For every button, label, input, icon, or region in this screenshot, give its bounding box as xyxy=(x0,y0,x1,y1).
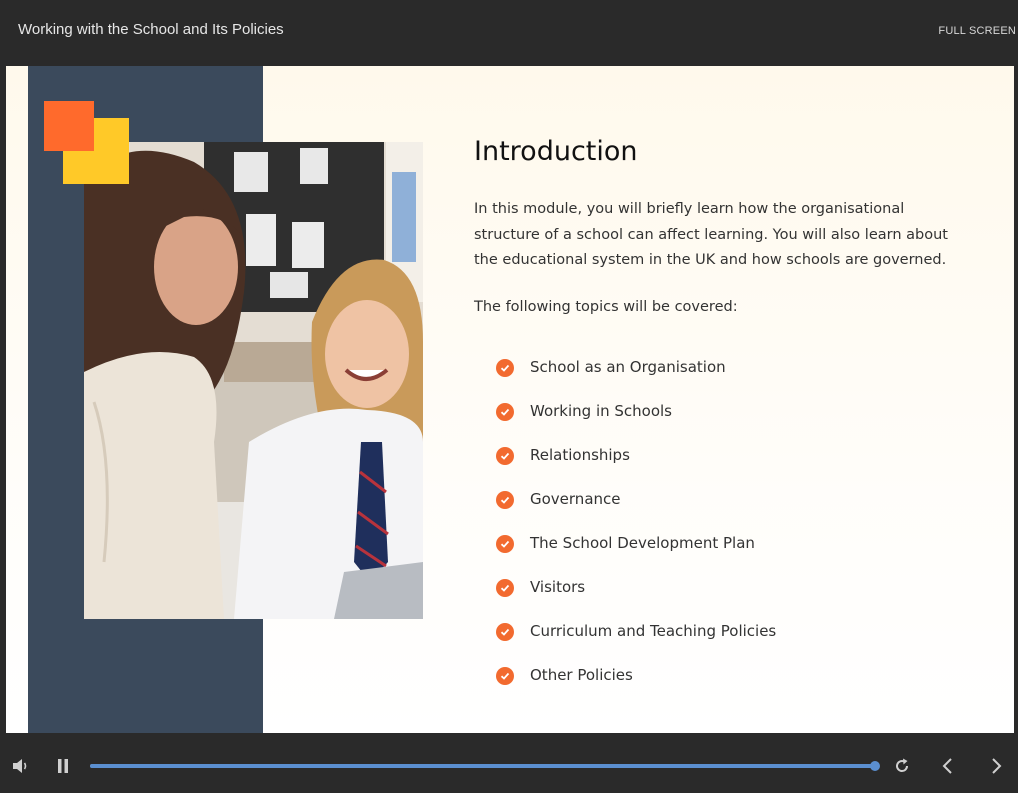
replay-button[interactable] xyxy=(891,755,913,777)
progress-fill xyxy=(90,764,875,768)
topics-lead: The following topics will be covered: xyxy=(474,299,738,315)
next-slide-button[interactable] xyxy=(985,755,1007,777)
check-circle-icon xyxy=(496,491,514,509)
topic-label: School as an Organisation xyxy=(530,358,726,376)
previous-slide-button[interactable] xyxy=(937,755,959,777)
chevron-right-icon xyxy=(992,758,1002,774)
list-item: Visitors xyxy=(496,578,776,622)
course-title: Working with the School and Its Policies xyxy=(18,21,284,38)
check-circle-icon xyxy=(496,579,514,597)
check-circle-icon xyxy=(496,447,514,465)
topic-label: Other Policies xyxy=(530,666,633,684)
course-player: Working with the School and Its Policies… xyxy=(0,0,1018,793)
list-item: Other Policies xyxy=(496,666,776,710)
topic-label: Curriculum and Teaching Policies xyxy=(530,622,777,640)
progress-handle[interactable] xyxy=(870,761,880,771)
slide-heading: Introduction xyxy=(474,136,638,167)
topic-label: Governance xyxy=(530,490,621,508)
pause-button[interactable] xyxy=(53,755,73,777)
list-item: The School Development Plan xyxy=(496,534,776,578)
topic-label: Visitors xyxy=(530,578,586,596)
check-circle-icon xyxy=(496,667,514,685)
header-bar: Working with the School and Its Policies… xyxy=(0,0,1018,66)
player-controls xyxy=(0,733,1018,793)
decorative-orange-square xyxy=(44,101,94,151)
list-item: School as an Organisation xyxy=(496,358,776,402)
list-item: Curriculum and Teaching Policies xyxy=(496,622,776,666)
replay-icon xyxy=(896,758,909,772)
topic-label: The School Development Plan xyxy=(530,534,755,552)
volume-button[interactable] xyxy=(10,755,32,777)
intro-text: In this module, you will briefly learn h… xyxy=(474,201,948,268)
progress-bar[interactable] xyxy=(90,761,880,771)
topic-label: Working in Schools xyxy=(530,402,673,420)
check-circle-icon xyxy=(496,623,514,641)
topic-label: Relationships xyxy=(530,446,630,464)
list-item: Working in Schools xyxy=(496,402,776,446)
list-item: Relationships xyxy=(496,446,776,490)
pause-icon xyxy=(58,759,68,773)
teacher-and-student-photo xyxy=(84,142,423,619)
check-circle-icon xyxy=(496,535,514,553)
list-item: Governance xyxy=(496,490,776,534)
topic-list: School as an Organisation Working in Sch… xyxy=(496,358,776,710)
slide: Introduction In this module, you will br… xyxy=(6,66,1014,733)
check-circle-icon xyxy=(496,403,514,421)
fullscreen-button[interactable]: FULL SCREEN xyxy=(938,25,1016,37)
check-circle-icon xyxy=(496,359,514,377)
volume-icon xyxy=(13,759,27,773)
chevron-left-icon xyxy=(942,758,952,774)
